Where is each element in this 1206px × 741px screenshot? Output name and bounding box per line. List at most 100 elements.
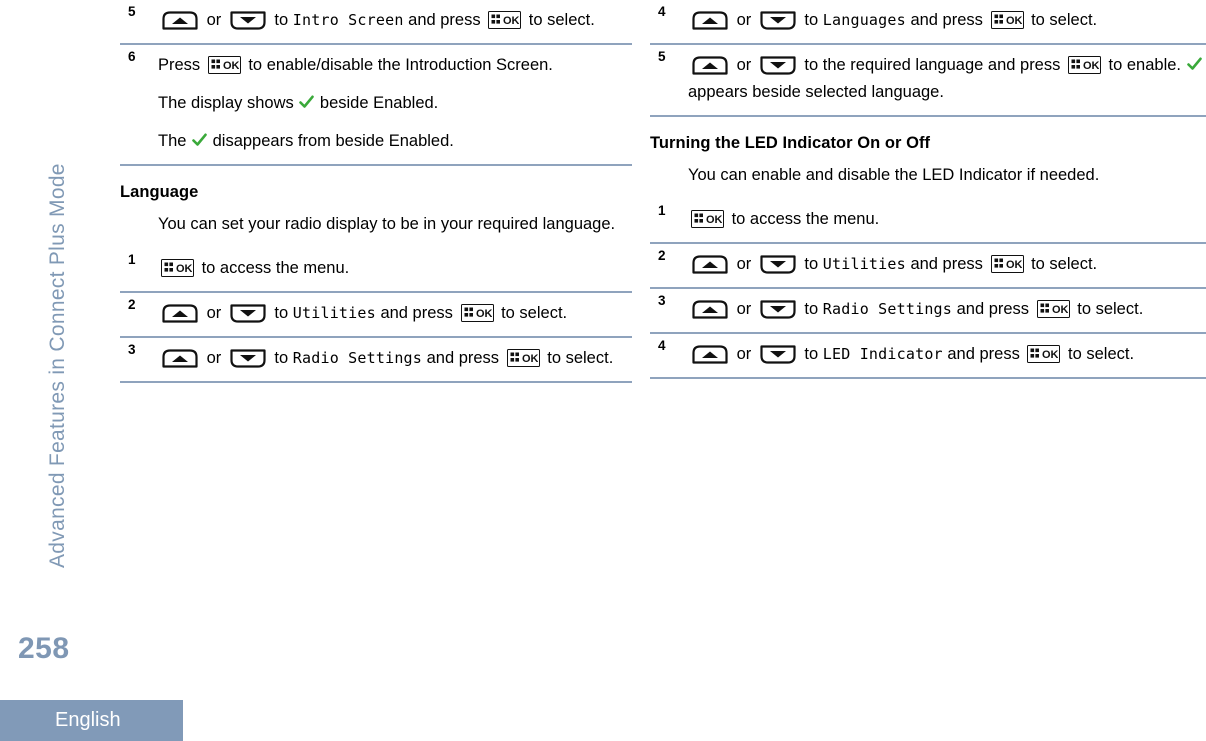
step-divider xyxy=(120,290,632,293)
step-text: to select. xyxy=(1026,11,1098,29)
step-divider xyxy=(650,115,1206,117)
procedure-step: 5 or to the required language and press … xyxy=(650,50,1206,115)
left-column: 5 or to Intro Screen and press OK to sel… xyxy=(120,0,632,383)
step-divider xyxy=(120,380,632,383)
step-body: Press OK to enable/disable the Introduct… xyxy=(158,52,632,79)
step-number: 6 xyxy=(128,49,136,64)
radio-display-text: Intro Screen xyxy=(292,11,404,29)
ok-menu-key-icon: OK xyxy=(207,56,241,74)
step-number: 1 xyxy=(128,251,136,267)
step-text: to xyxy=(269,303,293,322)
procedure-step: 1 OK to access the menu. xyxy=(120,251,632,291)
step-number: 3 xyxy=(658,292,666,308)
step-text: beside Enabled. xyxy=(315,94,439,112)
step-body: or to the required language and press OK… xyxy=(688,52,1206,106)
down-arrow-key-icon xyxy=(759,55,797,76)
procedure-step: 2 or to Utilities and press OK to select… xyxy=(120,296,632,336)
step-number: 2 xyxy=(128,296,136,312)
step-text: and press xyxy=(942,344,1025,363)
step-body: OK to access the menu. xyxy=(688,206,1206,233)
right-column: 4 or to Languages and press OK to select… xyxy=(650,0,1206,379)
svg-text:OK: OK xyxy=(1052,304,1068,316)
step-divider xyxy=(650,286,1206,289)
step-number: 5 xyxy=(658,49,666,64)
step-text: The display shows xyxy=(158,94,299,112)
up-arrow-key-icon xyxy=(161,348,199,369)
step-divider xyxy=(650,376,1206,379)
step-divider xyxy=(650,331,1206,334)
up-arrow-key-icon xyxy=(691,344,729,365)
procedure-step: 5 or to Intro Screen and press OK to sel… xyxy=(120,5,632,43)
ok-menu-key-icon: OK xyxy=(1036,299,1070,318)
step-text: or xyxy=(732,299,756,318)
up-arrow-key-icon xyxy=(691,55,729,76)
step-text: to select. xyxy=(524,11,595,29)
step-text: or xyxy=(732,254,756,273)
step-divider xyxy=(120,335,632,338)
step-text: to xyxy=(799,254,823,273)
step-text: to xyxy=(799,344,823,363)
up-arrow-key-icon xyxy=(161,10,199,31)
step-text: to xyxy=(799,11,823,29)
step-body: or to Radio Settings and press OK to sel… xyxy=(688,296,1206,323)
svg-text:OK: OK xyxy=(223,60,239,72)
step-body: or to LED Indicator and press OK to sele… xyxy=(688,341,1206,368)
up-arrow-key-icon xyxy=(691,10,729,31)
ok-menu-key-icon: OK xyxy=(1067,56,1101,74)
ok-menu-key-icon: OK xyxy=(1027,344,1061,363)
section-intro-paragraph: You can enable and disable the LED Indic… xyxy=(688,166,1100,184)
ok-menu-key-icon: OK xyxy=(161,258,194,277)
green-checkmark-icon xyxy=(192,133,207,148)
step-result: The display shows beside Enabled. xyxy=(158,90,632,117)
step-text: to access the menu. xyxy=(197,258,350,277)
step-text: and press xyxy=(952,299,1034,318)
svg-text:OK: OK xyxy=(1006,259,1022,271)
step-body: or to Utilities and press OK to select. xyxy=(158,300,632,327)
up-arrow-key-icon xyxy=(161,303,199,324)
step-body: or to Languages and press OK to select. xyxy=(688,7,1206,34)
radio-display-text: Languages xyxy=(822,11,906,29)
radio-display-text: Utilities xyxy=(292,303,376,322)
procedure-step: 3 or to Radio Settings and press OK to s… xyxy=(650,292,1206,332)
section-heading: Turning the LED Indicator On or Off xyxy=(650,134,931,152)
page-columns: 5 or to Intro Screen and press OK to sel… xyxy=(0,0,1206,741)
up-arrow-key-icon xyxy=(691,299,729,320)
step-text: The xyxy=(158,132,192,150)
step-text: or xyxy=(732,11,756,29)
ok-menu-key-icon: OK xyxy=(990,11,1024,29)
down-arrow-key-icon xyxy=(759,344,797,365)
svg-text:OK: OK xyxy=(522,353,538,365)
green-checkmark-icon xyxy=(1186,57,1202,72)
step-text: and press xyxy=(905,11,988,29)
procedure-step: 3 or to Radio Settings and press OK to s… xyxy=(120,341,632,381)
step-text: to select. xyxy=(542,348,614,367)
step-body: or to Utilities and press OK to select. xyxy=(688,251,1206,278)
svg-text:OK: OK xyxy=(1006,15,1022,27)
radio-display-text: LED Indicator xyxy=(822,344,943,363)
step-text: to select. xyxy=(1072,299,1144,318)
radio-display-text: Utilities xyxy=(822,254,906,273)
step-text: to select. xyxy=(1063,344,1135,363)
step-text: to xyxy=(269,348,293,367)
step-number: 3 xyxy=(128,341,136,357)
step-text: or xyxy=(202,303,226,322)
step-text: to the required language and press xyxy=(799,56,1065,74)
step-result: The disappears from beside Enabled. xyxy=(158,128,632,155)
svg-text:OK: OK xyxy=(476,308,492,320)
svg-text:OK: OK xyxy=(176,263,192,275)
green-checkmark-icon xyxy=(299,95,315,110)
ok-menu-key-icon: OK xyxy=(506,348,540,367)
step-text: to enable. xyxy=(1103,56,1186,74)
procedure-step: 1 OK to access the menu. xyxy=(650,203,1206,242)
step-number: 5 xyxy=(128,4,136,19)
step-text: to select. xyxy=(1026,254,1098,273)
step-text: to access the menu. xyxy=(727,209,880,228)
step-text: to xyxy=(269,11,293,29)
step-text: and press xyxy=(375,303,458,322)
step-text: disappears from beside Enabled. xyxy=(208,132,454,150)
svg-text:OK: OK xyxy=(503,15,519,27)
procedure-step: 2 or to Utilities and press OK to select… xyxy=(650,248,1206,287)
step-body: or to Intro Screen and press OK to selec… xyxy=(158,7,632,34)
